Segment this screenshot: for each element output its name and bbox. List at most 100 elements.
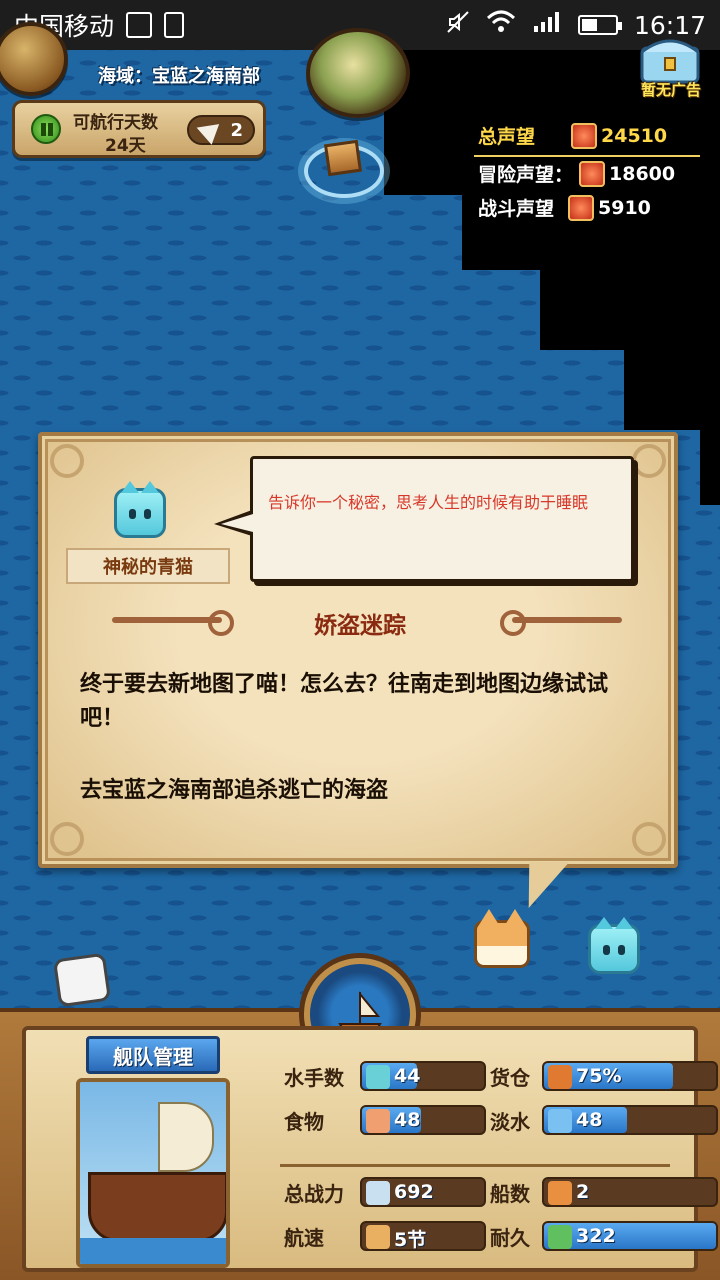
speech-bubble-tail-inner (221, 514, 253, 532)
stat-label: 总战力 (284, 1181, 344, 1206)
battery-icon (577, 15, 622, 35)
npc-speech-text: 告诉你一个秘密，思考人生的时候有助于睡眠 (268, 493, 589, 512)
stat-value: 2 (576, 1181, 590, 1203)
ships-icon (548, 1181, 572, 1205)
speech-bubble (250, 456, 634, 582)
flagship-portrait[interactable] (76, 1078, 230, 1268)
stat-row-cargo: 货仓 75% (490, 1060, 718, 1092)
quest-title: 娇盗迷踪 (314, 613, 406, 639)
adventure-crest-icon (579, 160, 606, 187)
cat-eye (618, 944, 625, 955)
signal-icon (532, 10, 562, 40)
stat-label: 航速 (284, 1225, 324, 1250)
stat-row-ships: 船数 2 (490, 1176, 718, 1208)
fog-of-war (700, 430, 720, 505)
sea-area-label: 海域：宝蓝之海南部 (98, 66, 260, 87)
combat-reputation-value: 5910 (598, 196, 651, 219)
stat-value: 5节 (394, 1229, 427, 1251)
compass-count: 2 (230, 120, 243, 141)
total-reputation-label: 总声望 (478, 126, 536, 148)
ship-sail (158, 1102, 214, 1172)
portrait-sea (80, 1238, 226, 1264)
quest-description: 终于要去新地图了喵！怎么去？往南走到地图边缘试试吧！ (80, 672, 609, 731)
blue-cat-npc-avatar (114, 481, 166, 538)
mute-icon (446, 10, 470, 40)
stat-bar: 5节 (360, 1221, 486, 1251)
floating-crate[interactable] (323, 139, 363, 177)
stat-row-power: 总战力 692 (284, 1176, 486, 1208)
pause-button[interactable] (31, 114, 61, 144)
stat-bar: 44 (360, 1061, 486, 1091)
fog-of-war (540, 270, 720, 350)
ad-chest-button[interactable] (632, 30, 708, 86)
cat-eye (144, 508, 151, 519)
adventure-reputation-label: 冒险声望： (478, 164, 574, 186)
stat-row-sailor: 水手数 44 (284, 1060, 486, 1092)
white-cube-pet[interactable] (52, 952, 112, 1008)
stat-row-durability: 耐久 322 (490, 1220, 718, 1252)
stat-bar: 322 (542, 1221, 718, 1251)
stat-row-speed: 航速 5节 (284, 1220, 486, 1252)
sailing-days-value: 24天 (105, 136, 146, 156)
fog-of-war (624, 350, 720, 430)
ad-label: 暂无广告 (641, 81, 702, 99)
combat-reputation: 战斗声望 5910 (478, 194, 651, 221)
upload-notification-icon (164, 12, 185, 38)
sailor-icon (366, 1065, 390, 1089)
compass-needle-icon (192, 117, 220, 145)
food-icon (366, 1109, 390, 1133)
ornament-corner (632, 444, 666, 478)
stat-value: 75% (576, 1065, 622, 1087)
combat-reputation-label: 战斗声望 (478, 198, 555, 220)
stat-label: 船数 (490, 1181, 530, 1206)
ornament-corner (632, 822, 666, 856)
stat-label: 淡水 (490, 1109, 530, 1134)
stat-value: 48 (576, 1109, 603, 1131)
title-flourish-right (500, 610, 622, 636)
cat-eye (603, 944, 610, 955)
stat-row-food: 食物 48 (284, 1104, 486, 1136)
total-reputation-value: 24510 (601, 124, 668, 147)
stat-value: 692 (394, 1181, 434, 1203)
stats-divider (280, 1164, 670, 1167)
stat-label: 食物 (284, 1109, 324, 1134)
shiba-dog-pet[interactable] (474, 909, 530, 968)
stat-value: 48 (394, 1109, 421, 1131)
world-map-button[interactable] (306, 28, 410, 118)
ship-hull (88, 1172, 226, 1242)
stat-value: 322 (576, 1225, 616, 1247)
sailing-days-panel: 可航行天数 24天 2 (12, 100, 266, 158)
cat-eye (129, 508, 136, 519)
stat-value: 44 (394, 1065, 421, 1087)
ornament-corner (50, 822, 84, 856)
crossed-swords-icon (568, 194, 595, 221)
stat-label: 水手数 (284, 1065, 344, 1090)
reputation-divider (474, 155, 700, 157)
stat-label: 耐久 (490, 1225, 530, 1250)
npc-name-plate: 神秘的青猫 (66, 548, 230, 584)
battery-level (581, 19, 598, 31)
cargo-icon (548, 1065, 572, 1089)
quest-objective: 去宝蓝之海南部追杀逃亡的海盗 (80, 778, 389, 803)
speed-icon (366, 1225, 390, 1249)
durability-icon (548, 1225, 572, 1249)
reputation-crest-icon (571, 122, 598, 149)
water-icon (548, 1109, 572, 1133)
stat-bar: 2 (542, 1177, 718, 1207)
blue-cat-pet[interactable] (588, 917, 640, 974)
adventure-reputation: 冒险声望： 18600 (478, 160, 675, 187)
stat-bar: 48 (542, 1105, 718, 1135)
stat-bar: 75% (542, 1061, 718, 1091)
power-icon (366, 1181, 390, 1205)
sailing-days-title: 可航行天数 (73, 113, 158, 133)
compass-badge[interactable]: 2 (187, 115, 255, 145)
wifi-icon (486, 10, 516, 40)
stat-row-water: 淡水 48 (490, 1104, 718, 1136)
fleet-management-tab[interactable]: 舰队管理 (86, 1036, 220, 1074)
stat-bar: 48 (360, 1105, 486, 1135)
stat-label: 货仓 (490, 1065, 530, 1090)
stat-bar: 692 (360, 1177, 486, 1207)
adventure-reputation-value: 18600 (609, 162, 676, 185)
total-reputation: 总声望 24510 (478, 122, 667, 149)
ornament-corner (50, 444, 84, 478)
